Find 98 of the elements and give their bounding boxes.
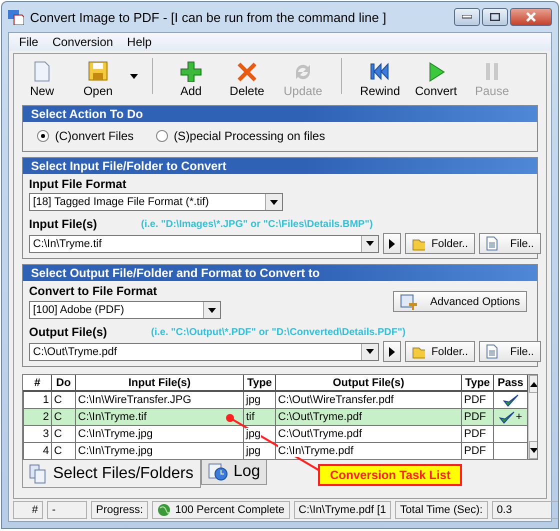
table-cell: 1 — [24, 391, 52, 408]
table-cell: C — [52, 426, 76, 442]
table-cell: C — [52, 391, 76, 408]
table-cell: PDF — [462, 442, 494, 459]
app-icon — [8, 9, 24, 25]
maximize-icon — [490, 13, 500, 21]
table-cell: jpg — [244, 442, 276, 459]
globe-icon — [157, 503, 172, 517]
up-arrow-icon — [530, 382, 537, 386]
table-cell: C:\In\Tryme.pdf — [276, 442, 462, 459]
caret-icon — [366, 241, 374, 246]
table-cell: jpg — [244, 391, 276, 408]
table-cell: C:\Out\Tryme.pdf — [276, 426, 462, 442]
table-cell: C:\In\Tryme.jpg — [76, 442, 244, 459]
input-file-field[interactable]: C:\In\Tryme.tif — [29, 234, 379, 252]
status-text: 0.3 — [492, 501, 558, 519]
format-dropdown[interactable]: [18] Tagged Image File Format (*.tif) — [29, 193, 283, 211]
status-text: Total Time (Sec): — [395, 501, 488, 519]
document-icon — [486, 344, 498, 359]
new-button[interactable]: New — [14, 60, 70, 98]
caret-icon — [270, 200, 278, 204]
documents-icon — [29, 464, 47, 484]
scrollbar[interactable] — [528, 375, 537, 459]
play-button[interactable] — [383, 233, 401, 254]
menu-item[interactable]: Help — [121, 35, 160, 49]
open-button[interactable]: Open — [70, 60, 126, 98]
table-cell: 3 — [24, 426, 52, 442]
window-title: Convert Image to PDF - [I can be run from the command line ] — [30, 10, 386, 24]
field-label: Input File(s) — [29, 217, 97, 231]
section-header: Select Action To Do — [23, 106, 537, 122]
hint-text: (i.e. "D:\Images\*.JPG" or "C:\Files\Details.BMP") — [141, 218, 373, 230]
folder-icon — [412, 236, 426, 250]
table-cell: C:\Out\Tryme.pdf — [276, 408, 462, 426]
callout-label: Conversion Task List — [318, 464, 462, 486]
play-icon — [389, 346, 395, 356]
tab[interactable]: Log — [200, 460, 268, 485]
menu-item[interactable]: File — [13, 35, 46, 49]
menu-item[interactable]: Conversion — [46, 35, 122, 49]
advanced-options-button[interactable]: Advanced Options — [393, 291, 527, 312]
table-cell: PDF — [462, 408, 494, 426]
convert-button[interactable]: Convert — [408, 60, 464, 98]
table-cell: C:\In\Tryme.tif — [76, 408, 244, 426]
table-cell: C:\In\WireTransfer.JPG — [76, 391, 244, 408]
section-header: Select Input File/Folder to Convert — [23, 158, 537, 174]
table-cell: 4 — [24, 442, 52, 459]
section-header: Select Output File/Folder and Format to Convert to — [23, 265, 537, 281]
table-cell: C — [52, 442, 76, 459]
caret-icon — [208, 308, 216, 312]
document-icon — [486, 236, 498, 251]
status-text: 100 Percent Complete — [152, 501, 290, 519]
file-button[interactable]: File.. — [479, 233, 541, 254]
close-icon — [526, 12, 536, 22]
table-cell: tif — [244, 408, 276, 426]
caret-icon — [130, 74, 138, 78]
field-label: Output File(s) — [29, 325, 107, 339]
table-cell: C:\In\Tryme.jpg — [76, 426, 244, 442]
file-button[interactable]: File.. — [479, 341, 541, 362]
status-text: Progress: — [91, 501, 148, 519]
option-label[interactable]: (S)pecial Processing on files — [174, 129, 326, 143]
cross-icon — [235, 60, 259, 82]
folder-button[interactable]: Folder.. — [405, 341, 475, 362]
hint-text: (i.e. "C:\Output\*.PDF" or "D:\Converted\Details.PDF") — [151, 326, 406, 338]
option-label[interactable]: (C)onvert Files — [55, 129, 134, 143]
settings-icon — [400, 294, 418, 310]
radio-button[interactable] — [156, 130, 168, 142]
play-icon — [389, 238, 395, 248]
maximize-button[interactable] — [482, 8, 508, 26]
format-dropdown[interactable]: [100] Adobe (PDF) — [29, 301, 221, 319]
checkmark-icon — [498, 410, 515, 424]
status-text: - — [47, 501, 87, 519]
radio-button[interactable] — [37, 130, 49, 142]
table-cell: PDF — [462, 391, 494, 408]
table-cell: 2 — [24, 408, 52, 426]
play-button[interactable] — [383, 341, 401, 362]
table-cell: C — [52, 408, 76, 426]
add-button[interactable]: Add — [163, 60, 219, 98]
pointer-dot-icon — [226, 414, 234, 422]
minimize-button[interactable] — [454, 8, 480, 26]
minimize-icon — [462, 15, 472, 19]
caret-icon — [366, 349, 374, 354]
tab[interactable]: Select Files/Folders — [22, 460, 200, 488]
field-label: Input File Format — [29, 177, 128, 191]
table-cell: C:\Out\WireTransfer.pdf — [276, 391, 462, 408]
plus-icon — [179, 60, 203, 82]
output-file-field[interactable]: C:\Out\Tryme.pdf — [29, 342, 379, 360]
delete-button[interactable]: Delete — [219, 60, 275, 98]
close-button[interactable] — [510, 8, 552, 26]
field-label: Convert to File Format — [29, 284, 158, 298]
status-text: C:\In\Tryme.pdf [1 — [294, 501, 392, 519]
folder-button[interactable]: Folder.. — [405, 233, 475, 254]
status-text: # — [13, 501, 43, 519]
note-text: + — [516, 411, 522, 423]
checkmark-icon — [502, 394, 518, 406]
table-cell: PDF — [462, 426, 494, 442]
rewind-button[interactable]: Rewind — [352, 60, 408, 98]
folder-icon — [412, 344, 426, 358]
down-arrow-icon — [530, 448, 537, 452]
clock-icon — [208, 463, 228, 481]
